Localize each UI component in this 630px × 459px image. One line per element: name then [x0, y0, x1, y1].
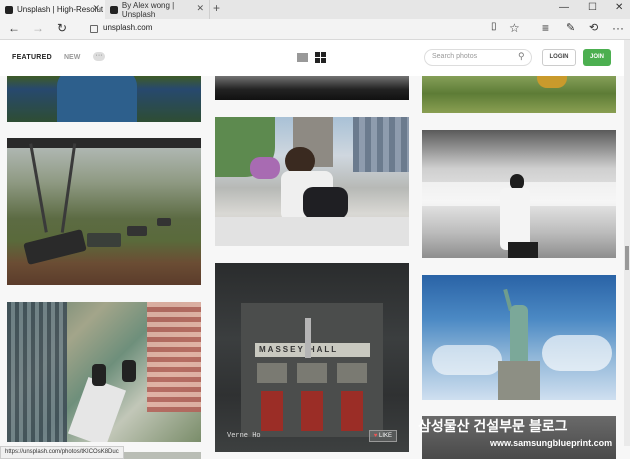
camera-icon: [110, 5, 118, 14]
single-column-view-icon[interactable]: [297, 53, 308, 62]
nav-featured[interactable]: FEATURED: [12, 54, 52, 61]
nav-new[interactable]: NEW: [64, 54, 80, 61]
nav-more-button[interactable]: ···: [93, 52, 105, 61]
photo-thumbnail[interactable]: [215, 74, 409, 100]
join-button[interactable]: JOIN: [583, 49, 611, 66]
photo-sign-text: MASSEY HALL: [259, 345, 339, 354]
maximize-button[interactable]: ☐: [588, 2, 597, 13]
grid-view-icon[interactable]: [315, 52, 326, 63]
watermark-text: 삼성물산 건설부문 블로그: [418, 418, 568, 434]
scrollbar[interactable]: [624, 40, 630, 446]
scrollbar-thumb[interactable]: [625, 246, 629, 270]
new-tab-button[interactable]: +: [213, 1, 220, 15]
tab-unsplash[interactable]: Unsplash | High-Resolut ✕: [0, 0, 105, 19]
web-note-icon[interactable]: ✎: [566, 21, 575, 34]
reading-view-icon[interactable]: ▯: [491, 21, 497, 32]
tab-bar: Unsplash | High-Resolut ✕ By Alex wong |…: [0, 0, 630, 19]
photo-thumbnail[interactable]: [422, 275, 616, 400]
close-window-button[interactable]: ✕: [615, 2, 623, 13]
watermark-url: www.samsungblueprint.com: [490, 438, 613, 448]
like-button[interactable]: ♥ LIKE: [368, 430, 397, 442]
share-icon[interactable]: ⟲: [589, 21, 598, 34]
like-label: LIKE: [378, 433, 392, 439]
photo-thumbnail[interactable]: [7, 138, 201, 285]
photo-thumbnail[interactable]: [422, 130, 616, 258]
address-bar: ← → ↻ unsplash.com ▯ ☆ ≡ ✎ ⟲ ···: [0, 19, 630, 40]
camera-icon: [5, 5, 13, 14]
lock-icon: [90, 25, 98, 33]
photo-thumbnail[interactable]: [7, 302, 201, 442]
tab-alex-wong[interactable]: By Alex wong | Unsplash ✕: [105, 0, 210, 19]
photo-credit[interactable]: Verne Ho: [227, 432, 261, 440]
heart-icon: ♥: [373, 433, 378, 439]
site-header: FEATURED NEW ··· Search photos ⚲ LOGIN J…: [0, 40, 630, 76]
hub-icon[interactable]: ≡: [542, 21, 549, 35]
search-input[interactable]: Search photos: [424, 49, 532, 66]
status-bar-url: https://unsplash.com/photos/tKICOsK8Duc: [0, 446, 124, 459]
forward-icon[interactable]: →: [32, 21, 44, 35]
photo-thumbnail[interactable]: [215, 117, 409, 246]
more-icon[interactable]: ···: [612, 21, 624, 35]
favorite-star-icon[interactable]: ☆: [509, 21, 520, 35]
page-content: MASSEY HALL Verne Ho ♥ LIKE FEATURED NEW…: [0, 40, 630, 459]
url-field[interactable]: unsplash.com: [103, 23, 152, 32]
minimize-button[interactable]: —: [559, 2, 569, 13]
close-tab-icon[interactable]: ✕: [196, 3, 204, 14]
login-button[interactable]: LOGIN: [542, 49, 576, 66]
search-icon[interactable]: ⚲: [518, 51, 525, 62]
tab-title: Unsplash | High-Resolut: [17, 5, 104, 14]
photo-thumbnail[interactable]: MASSEY HALL Verne Ho ♥ LIKE: [215, 263, 409, 452]
photo-thumbnail[interactable]: [422, 74, 616, 113]
close-tab-icon[interactable]: ✕: [92, 3, 100, 14]
back-icon[interactable]: ←: [8, 21, 20, 35]
refresh-icon[interactable]: ↻: [57, 21, 67, 35]
